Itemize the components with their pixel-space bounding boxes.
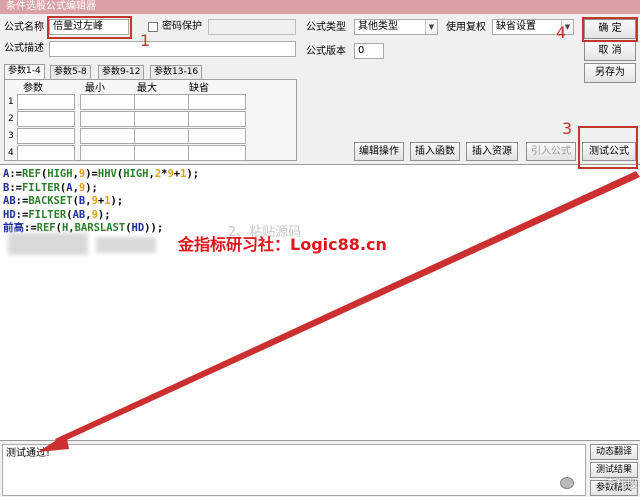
- code-line: A:=REF(HIGH,9)=HHV(HIGH,2*9+1);: [3, 168, 200, 180]
- param-cell[interactable]: [17, 111, 75, 127]
- param-row-number: 3: [8, 131, 14, 141]
- param-cell[interactable]: [17, 94, 75, 110]
- param-cell[interactable]: [80, 145, 138, 161]
- step-number-1: 1: [140, 31, 151, 50]
- param-row-number: 1: [8, 97, 14, 107]
- tab-params-1-4[interactable]: 参数1-4: [4, 64, 45, 79]
- password-label: 密码保护: [162, 21, 202, 32]
- name-label: 公式名称: [4, 22, 44, 33]
- password-input[interactable]: [208, 19, 296, 35]
- param-cell[interactable]: [17, 145, 75, 161]
- rights-label: 使用复权: [446, 22, 486, 33]
- code-text: A:=REF(HIGH,9)=HHV(HIGH,2*9+1); B:=FILTER…: [3, 168, 199, 236]
- param-table: 参数 最小 最大 缺省 1 2 3 4: [4, 79, 297, 161]
- param-cell[interactable]: [134, 111, 192, 127]
- param-cell[interactable]: [188, 145, 246, 161]
- desc-input[interactable]: [49, 41, 296, 57]
- highlight-box-test: [578, 126, 638, 169]
- tab-params-5-8[interactable]: 参数5-8: [50, 65, 91, 79]
- tab-params-13-16[interactable]: 参数13-16: [150, 65, 203, 79]
- wechat-icon: [560, 477, 574, 489]
- highlight-box-confirm: [582, 17, 638, 42]
- param-row-number: 4: [8, 148, 14, 158]
- param-cell[interactable]: [134, 128, 192, 144]
- chevron-down-icon: ▼: [425, 20, 437, 34]
- edit-operation-button[interactable]: 编辑操作: [354, 142, 404, 161]
- import-formula-button[interactable]: 引入公式: [526, 142, 576, 161]
- step-number-3: 3: [562, 119, 573, 138]
- insert-resource-button[interactable]: 插入资源: [466, 142, 518, 161]
- blurred-region: [8, 233, 88, 255]
- step-number-4: 4: [556, 23, 567, 42]
- type-select[interactable]: 其他类型 ▼: [354, 19, 438, 35]
- param-cell[interactable]: [188, 128, 246, 144]
- param-cell[interactable]: [188, 94, 246, 110]
- version-input[interactable]: 0: [354, 43, 384, 59]
- type-label: 公式类型: [306, 22, 346, 33]
- code-line: HD:=FILTER(AB,9);: [3, 208, 111, 221]
- insert-function-button[interactable]: 插入函数: [410, 142, 460, 161]
- param-cell[interactable]: [188, 111, 246, 127]
- param-cell[interactable]: [80, 128, 138, 144]
- desc-label: 公式描述: [4, 43, 44, 54]
- result-panel: 测试通过! 动态翻译 测试结果 参数精灵 李翔股: [0, 440, 640, 497]
- tab-params-9-12[interactable]: 参数9-12: [98, 65, 145, 79]
- param-cell[interactable]: [134, 145, 192, 161]
- param-cell[interactable]: [80, 94, 138, 110]
- rights-value: 缺省设置: [496, 21, 536, 32]
- highlight-box-name: [47, 16, 132, 39]
- test-result-text: 测试通过!: [2, 444, 586, 496]
- watermark-text: 金指标研习社：Logic88.cn: [178, 235, 387, 254]
- save-as-button[interactable]: 另存为: [584, 63, 636, 83]
- code-line: B:=FILTER(A,9);: [3, 181, 98, 194]
- dynamic-translate-button[interactable]: 动态翻译: [590, 444, 638, 460]
- blurred-region: [96, 237, 156, 253]
- window-title: 条件选股公式编辑器: [0, 0, 640, 14]
- version-label: 公式版本: [306, 46, 346, 57]
- cancel-button[interactable]: 取 消: [584, 41, 636, 61]
- param-row-number: 2: [8, 114, 14, 124]
- code-editor[interactable]: A:=REF(HIGH,9)=HHV(HIGH,2*9+1); B:=FILTER…: [0, 164, 640, 440]
- type-value: 其他类型: [358, 21, 398, 32]
- param-cell[interactable]: [17, 128, 75, 144]
- code-line: AB:=BACKSET(B,9+1);: [3, 195, 124, 207]
- param-cell[interactable]: [134, 94, 192, 110]
- param-cell[interactable]: [80, 111, 138, 127]
- watermark-author: 李翔股: [605, 477, 638, 490]
